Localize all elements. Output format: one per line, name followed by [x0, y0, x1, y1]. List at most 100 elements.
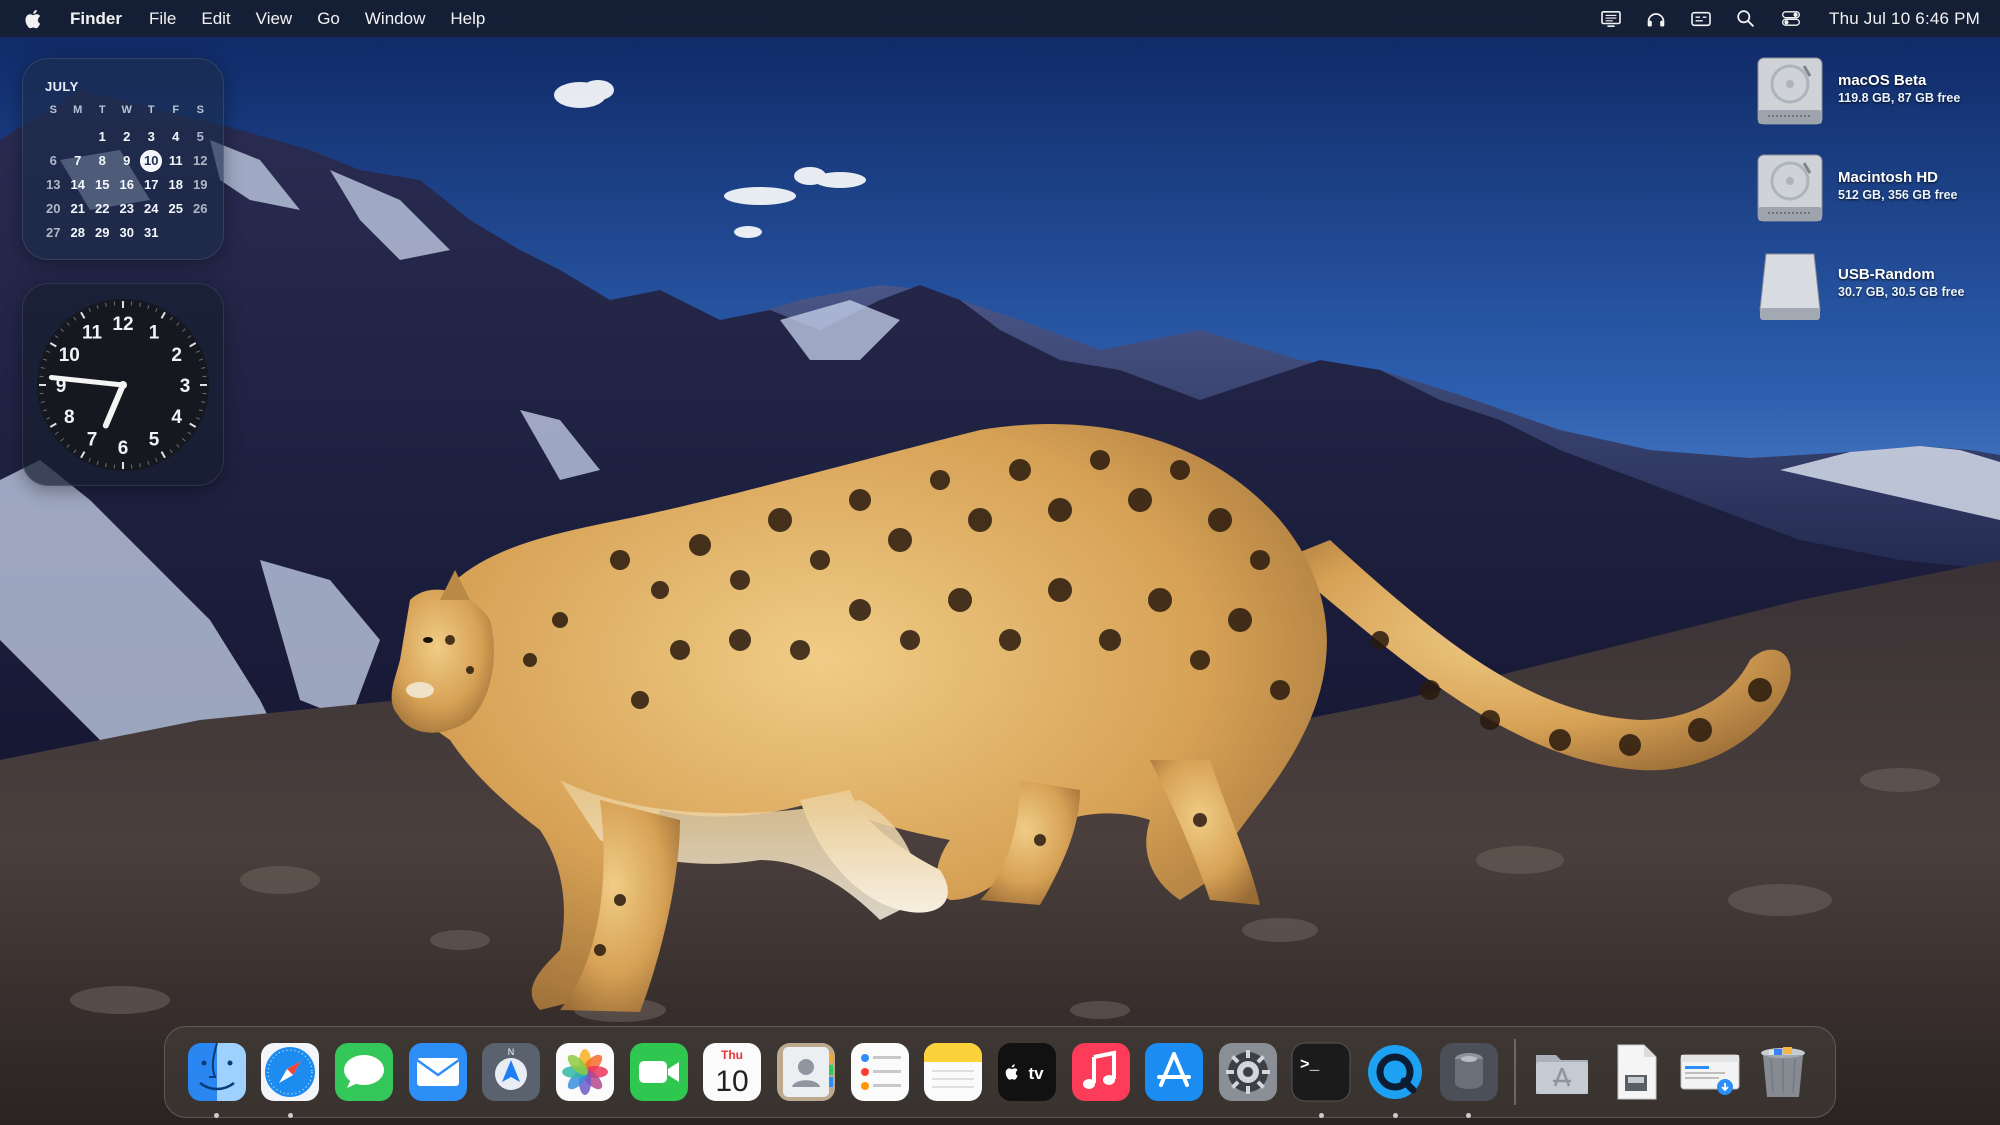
drive-info: 512 GB, 356 GB free: [1838, 188, 1958, 202]
desktop-wallpaper: [0, 0, 2000, 1125]
quicktime-icon: [1368, 1045, 1423, 1099]
drive-usb-random[interactable]: USB-Random 30.7 GB, 30.5 GB free: [1752, 246, 1992, 343]
calendar-day: [188, 221, 213, 245]
menu-view[interactable]: View: [256, 9, 293, 29]
dock-reminders[interactable]: [843, 1035, 917, 1109]
dock-system-settings[interactable]: [1211, 1035, 1285, 1109]
calendar-day: 19: [193, 177, 208, 192]
drive-macintosh-hd[interactable]: Macintosh HD 512 GB, 356 GB free: [1752, 149, 1992, 246]
calendar-day: 21: [70, 201, 85, 216]
dock-downloads-stack[interactable]: [1673, 1035, 1747, 1109]
clock-widget[interactable]: 12 1 2 3 4 5 6 7 8 9 10 11: [22, 283, 224, 486]
clock-number: 2: [171, 345, 182, 366]
calendar-day: 11: [168, 153, 183, 168]
app-store-icon: [1145, 1043, 1204, 1101]
menu-go[interactable]: Go: [317, 9, 340, 29]
dock-mail[interactable]: [401, 1035, 475, 1109]
external-drive-icon: [1752, 248, 1828, 324]
maps-icon: N: [482, 1043, 541, 1101]
facetime-icon: [629, 1043, 688, 1101]
calendar-day: 24: [144, 201, 159, 216]
clock-center-pin: [119, 380, 127, 389]
dock-notes[interactable]: [916, 1035, 990, 1109]
menu-bar-clock[interactable]: Thu Jul 10 6:46 PM: [1829, 9, 1980, 29]
menu-bar-right: Thu Jul 10 6:46 PM: [1578, 8, 1980, 30]
notes-icon: [924, 1043, 983, 1101]
calendar-day: 17: [144, 177, 159, 192]
photos-icon: [556, 1043, 615, 1101]
clock-number: 6: [118, 438, 129, 459]
calendar-day: 26: [193, 201, 208, 216]
calendar-today: 10: [139, 149, 164, 173]
calendar-day: 20: [46, 201, 61, 216]
dock-messages[interactable]: [327, 1035, 401, 1109]
dock-separator: [1513, 1039, 1516, 1105]
apple-tv-icon: tv: [997, 1043, 1056, 1101]
calendar-day: 4: [172, 129, 180, 144]
dock-music[interactable]: [1064, 1035, 1138, 1109]
menu-window[interactable]: Window: [365, 9, 425, 29]
display-icon[interactable]: [1599, 8, 1623, 30]
calendar-day: 15: [95, 177, 110, 192]
calendar-day: 8: [98, 153, 106, 168]
clock-number: 8: [64, 407, 75, 428]
hard-drive-icon: [1752, 151, 1828, 227]
dock-documents-stack[interactable]: [1599, 1035, 1673, 1109]
document-icon: [1617, 1044, 1657, 1100]
safari-icon: [261, 1043, 320, 1101]
calendar-day: 22: [95, 201, 110, 216]
drive-macos-beta[interactable]: macOS Beta 119.8 GB, 87 GB free: [1752, 52, 1992, 149]
clock-number: 7: [87, 429, 98, 450]
menu-edit[interactable]: Edit: [201, 9, 230, 29]
calendar-weekday-label: T: [98, 104, 106, 116]
calendar-day: 12: [193, 153, 208, 168]
caption-icon[interactable]: [1689, 8, 1713, 30]
headphones-icon[interactable]: [1644, 8, 1668, 30]
search-icon[interactable]: [1734, 8, 1758, 30]
calendar-widget[interactable]: JULY S M T W T F S 1 2 3 4 5 6 7 8 9 10 11 12 13 14 15 16 17 18 1…: [22, 58, 224, 260]
menu-app-finder[interactable]: Finder: [70, 9, 122, 29]
clock-number: 3: [180, 376, 191, 397]
desktop-drives: macOS Beta 119.8 GB, 87 GB free Macintos…: [1752, 52, 1992, 343]
control-center-icon[interactable]: [1779, 8, 1803, 30]
dock-maps[interactable]: N: [475, 1035, 549, 1109]
calendar-weekday-label: F: [172, 104, 180, 116]
dock-contacts[interactable]: [769, 1035, 843, 1109]
calendar-month: JULY: [45, 79, 79, 94]
clock-number: 5: [149, 429, 160, 450]
dock: N Thu 10 tv >_: [164, 1026, 1836, 1118]
dock-quicktime[interactable]: [1358, 1035, 1432, 1118]
applications-folder-icon: [1536, 1055, 1589, 1094]
calendar-day: 27: [46, 225, 61, 240]
running-indicator: [214, 1113, 220, 1118]
calendar-day: 1: [98, 129, 106, 144]
dock-tv[interactable]: tv: [990, 1035, 1064, 1109]
calendar-day: 7: [74, 153, 82, 168]
calendar-tile-day: Thu: [721, 1048, 743, 1062]
dock-photos[interactable]: [548, 1035, 622, 1109]
dock-terminal[interactable]: >_: [1285, 1035, 1359, 1118]
calendar-day: 30: [119, 225, 134, 240]
calendar-day: 2: [123, 129, 131, 144]
dock-safari[interactable]: [254, 1035, 328, 1118]
hard-drive-icon: [1752, 54, 1828, 130]
dock-trash[interactable]: [1746, 1035, 1820, 1109]
dock-disk-utility[interactable]: [1432, 1035, 1506, 1118]
dock-applications-folder[interactable]: [1526, 1035, 1600, 1109]
menu-help[interactable]: Help: [450, 9, 485, 29]
calendar-day: [41, 125, 66, 149]
calendar-day: [164, 221, 189, 245]
drive-name: USB-Random: [1838, 266, 1935, 283]
calendar-day: 18: [168, 177, 183, 192]
dock-facetime[interactable]: [622, 1035, 696, 1109]
calendar-day: [66, 125, 91, 149]
running-indicator: [1318, 1113, 1324, 1118]
dock-app-store[interactable]: [1137, 1035, 1211, 1109]
menu-file[interactable]: File: [149, 9, 176, 29]
mail-icon: [408, 1043, 467, 1101]
dock-calendar[interactable]: Thu 10: [695, 1035, 769, 1109]
dock-finder[interactable]: [180, 1035, 254, 1118]
apple-menu-icon[interactable]: [24, 8, 46, 30]
clock-number: 4: [171, 407, 182, 428]
calendar-day: 13: [46, 177, 61, 192]
